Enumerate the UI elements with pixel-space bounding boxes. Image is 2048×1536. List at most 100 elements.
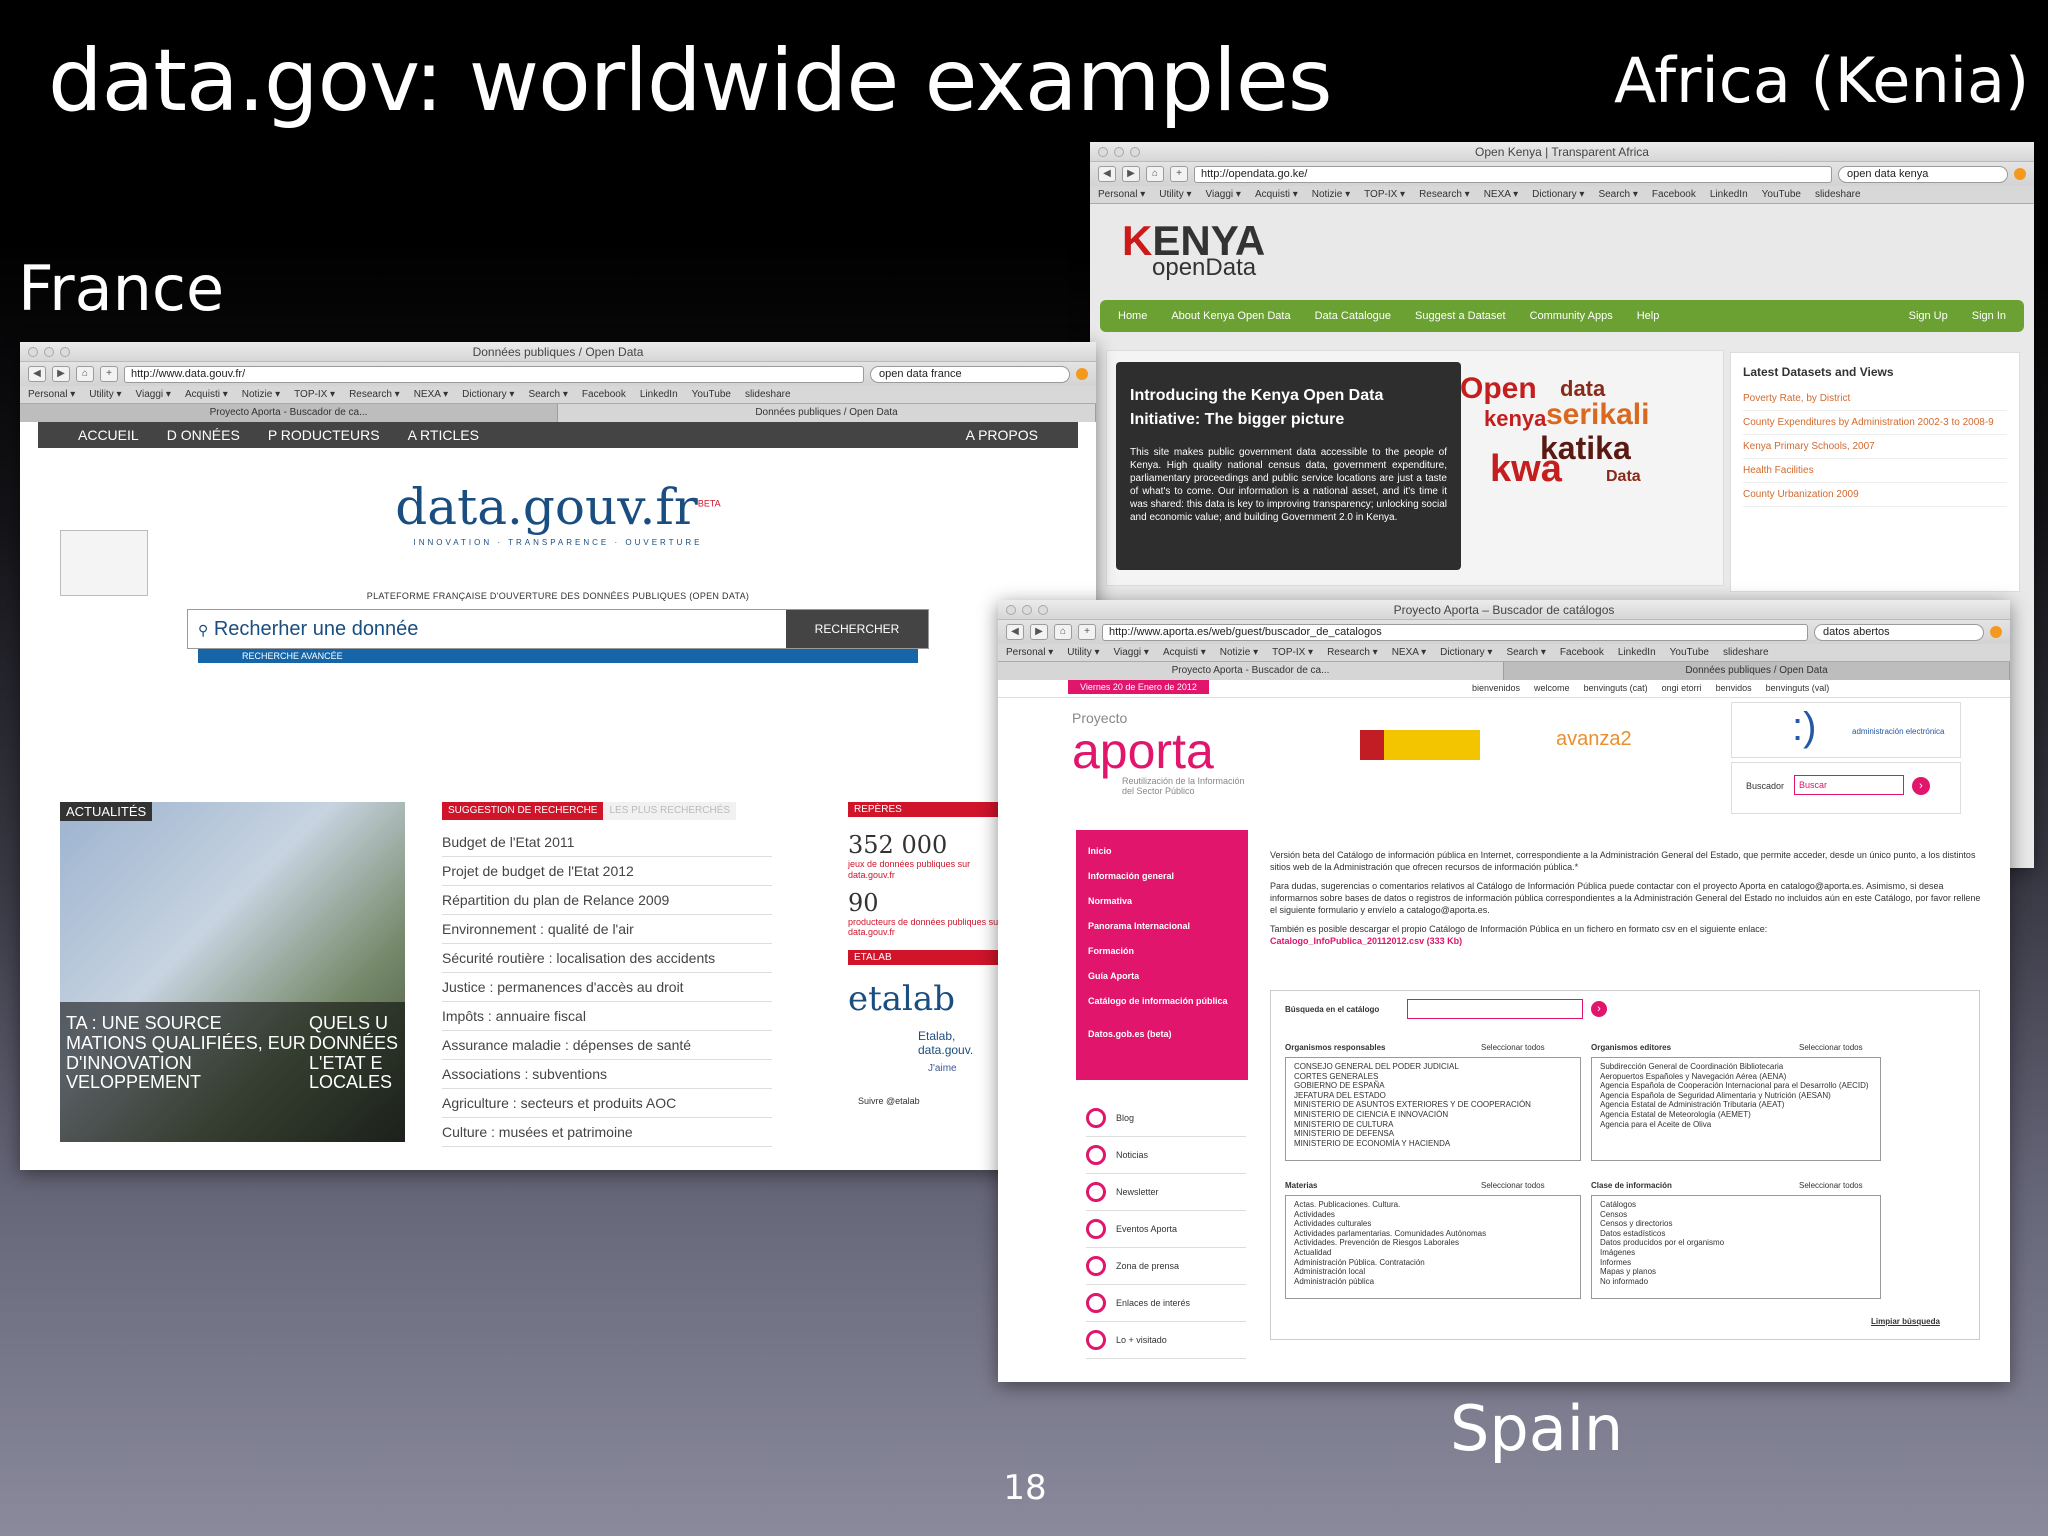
minimize-dot-icon[interactable] — [1022, 605, 1032, 615]
dataset-link[interactable]: Poverty Rate, by District — [1743, 387, 2007, 411]
data-gouv-logo[interactable]: data.gouv.frBETA — [20, 482, 1096, 532]
clear-search-link[interactable]: Limpiar búsqueda — [1871, 1317, 1940, 1326]
checkbox-item[interactable]: MINISTERIO DE ASUNTOS EXTERIORES Y DE CO… — [1294, 1100, 1572, 1110]
suggestion-link[interactable]: Agriculture : secteurs et produits AOC — [442, 1089, 772, 1118]
org-resp-list[interactable]: CONSEJO GENERAL DEL PODER JUDICIAL CORTES… — [1285, 1057, 1581, 1161]
bookmark-item[interactable]: TOP-IX ▾ — [1272, 647, 1313, 658]
suggestion-link[interactable]: Associations : subventions — [442, 1060, 772, 1089]
checkbox-item[interactable]: Actividades. Prevención de Riesgos Labor… — [1294, 1238, 1572, 1248]
rss-icon[interactable] — [1990, 626, 2002, 638]
language-link[interactable]: bienvenidos — [1472, 683, 1520, 693]
bookmark-item[interactable]: Facebook — [1652, 189, 1696, 200]
rss-icon[interactable] — [1076, 368, 1088, 380]
language-link[interactable]: ongi etorri — [1662, 683, 1702, 693]
bookmark-item[interactable]: NEXA ▾ — [1392, 647, 1426, 658]
checkbox-item[interactable]: JEFATURA DEL ESTADO — [1294, 1091, 1572, 1101]
checkbox-item[interactable]: Catálogos — [1600, 1200, 1872, 1210]
bookmark-item[interactable]: Research ▾ — [349, 389, 400, 400]
bookmark-item[interactable]: LinkedIn — [640, 389, 678, 400]
language-link[interactable]: welcome — [1534, 683, 1570, 693]
bookmark-item[interactable]: Research ▾ — [1419, 189, 1470, 200]
catalog-search-input[interactable] — [1407, 999, 1583, 1019]
nav-help[interactable]: Help — [1637, 310, 1660, 322]
window-controls[interactable] — [1006, 605, 1048, 615]
nav-articles[interactable]: A RTICLES — [408, 427, 479, 443]
search-field[interactable]: datos abertos — [1814, 623, 1984, 641]
nav-community[interactable]: Community Apps — [1530, 310, 1613, 322]
bookmark-item[interactable]: Acquisti ▾ — [1255, 189, 1298, 200]
checkbox-item[interactable]: Censos — [1600, 1210, 1872, 1220]
suggestion-link[interactable]: Répartition du plan de Relance 2009 — [442, 886, 772, 915]
add-tab-icon[interactable]: + — [1078, 624, 1096, 640]
link-blog[interactable]: Blog — [1086, 1100, 1246, 1137]
bookmark-item[interactable]: YouTube — [692, 389, 731, 400]
sidebar-item-info[interactable]: Información general — [1088, 871, 1236, 896]
bookmark-item[interactable]: TOP-IX ▾ — [1364, 189, 1405, 200]
nav-donnees[interactable]: D ONNÉES — [167, 427, 240, 443]
address-bar[interactable]: http://www.aporta.es/web/guest/buscador_… — [1102, 623, 1808, 641]
tab-data-gouv[interactable]: Données publiques / Open Data — [1504, 662, 2010, 680]
checkbox-item[interactable]: Subdirección General de Coordinación Bib… — [1600, 1062, 1872, 1072]
bookmark-item[interactable]: Personal ▾ — [1098, 189, 1145, 200]
suggestion-link[interactable]: Budget de l'Etat 2011 — [442, 828, 772, 857]
bookmark-item[interactable]: LinkedIn — [1710, 189, 1748, 200]
suggestion-link[interactable]: Environnement : qualité de l'air — [442, 915, 772, 944]
checkbox-item[interactable]: Mapas y planos — [1600, 1267, 1872, 1277]
bookmark-item[interactable]: slideshare — [1723, 647, 1769, 658]
clase-list[interactable]: Catálogos Censos Censos y directorios Datos… — [1591, 1195, 1881, 1299]
bookmark-item[interactable]: Search ▾ — [1598, 189, 1637, 200]
nav-suggest[interactable]: Suggest a Dataset — [1415, 310, 1506, 322]
suggestion-link[interactable]: Justice : permanences d'accès au droit — [442, 973, 772, 1002]
forward-arrow-icon[interactable]: ▶ — [52, 366, 70, 382]
bookmark-item[interactable]: Facebook — [582, 389, 626, 400]
home-icon[interactable]: ⌂ — [76, 366, 94, 382]
bookmark-item[interactable]: slideshare — [745, 389, 791, 400]
bookmark-item[interactable]: Personal ▾ — [1006, 647, 1053, 658]
dataset-link[interactable]: County Expenditures by Administration 20… — [1743, 411, 2007, 435]
bookmark-item[interactable]: slideshare — [1815, 189, 1861, 200]
buscador-input[interactable]: Buscar — [1794, 775, 1904, 795]
back-arrow-icon[interactable]: ◀ — [1098, 166, 1116, 182]
checkbox-item[interactable]: Agencia Española de Cooperación Internac… — [1600, 1081, 1872, 1091]
checkbox-item[interactable]: Imágenes — [1600, 1248, 1872, 1258]
news-carousel[interactable]: ACTUALITÉS TA : UNE SOURCE MATIONS QUALI… — [60, 802, 405, 1142]
bookmark-item[interactable]: Viaggi ▾ — [136, 389, 171, 400]
bookmark-item[interactable]: Facebook — [1560, 647, 1604, 658]
nav-home[interactable]: Home — [1118, 310, 1147, 322]
address-bar[interactable]: http://opendata.go.ke/ — [1194, 165, 1832, 183]
bookmark-item[interactable]: Acquisti ▾ — [1163, 647, 1206, 658]
search-go-icon[interactable]: › — [1912, 777, 1930, 795]
dataset-link[interactable]: Health Facilities — [1743, 459, 2007, 483]
bookmark-item[interactable]: Utility ▾ — [1159, 189, 1191, 200]
bookmark-item[interactable]: Research ▾ — [1327, 647, 1378, 658]
checkbox-item[interactable]: Agencia Española de Seguridad Alimentari… — [1600, 1091, 1872, 1101]
tab-data-gouv[interactable]: Données publiques / Open Data — [558, 404, 1096, 422]
csv-download-link[interactable]: Catalogo_InfoPublica_20112012.csv (333 K… — [1270, 936, 1985, 948]
bookmark-item[interactable]: NEXA ▾ — [1484, 189, 1518, 200]
zoom-dot-icon[interactable] — [1038, 605, 1048, 615]
checkbox-item[interactable]: Datos producidos por el organismo — [1600, 1238, 1872, 1248]
checkbox-item[interactable]: No informado — [1600, 1277, 1872, 1287]
checkbox-item[interactable]: Agencia para el Aceite de Oliva — [1600, 1120, 1872, 1130]
bookmark-item[interactable]: Search ▾ — [528, 389, 567, 400]
sidebar-item-panorama[interactable]: Panorama Internacional — [1088, 921, 1236, 946]
window-controls[interactable] — [1098, 147, 1140, 157]
checkbox-item[interactable]: CORTES GENERALES — [1294, 1072, 1572, 1082]
suggestion-link[interactable]: Culture : musées et patrimoine — [442, 1118, 772, 1147]
sidebar-item-catalogo[interactable]: Catálogo de información pública — [1088, 996, 1236, 1021]
home-icon[interactable]: ⌂ — [1146, 166, 1164, 182]
bookmark-item[interactable]: Viaggi ▾ — [1206, 189, 1241, 200]
bookmark-item[interactable]: Notizie ▾ — [1220, 647, 1258, 658]
checkbox-item[interactable]: Datos estadísticos — [1600, 1229, 1872, 1239]
sidebar-item-normativa[interactable]: Normativa — [1088, 896, 1236, 921]
like-button[interactable]: J'aime — [928, 1063, 1008, 1074]
bookmark-item[interactable]: Personal ▾ — [28, 389, 75, 400]
checkbox-item[interactable]: Informes — [1600, 1258, 1872, 1268]
bookmark-item[interactable]: Notizie ▾ — [242, 389, 280, 400]
data-search-input[interactable]: ⚲ Recherher une donnée — [188, 610, 786, 648]
aporta-logo[interactable]: Proyecto aporta Reutilización de la Info… — [1072, 710, 1258, 796]
tab-aporta[interactable]: Proyecto Aporta - Buscador de ca... — [20, 404, 558, 422]
checkbox-item[interactable]: Actualidad — [1294, 1248, 1572, 1258]
forward-arrow-icon[interactable]: ▶ — [1030, 624, 1048, 640]
close-dot-icon[interactable] — [1098, 147, 1108, 157]
